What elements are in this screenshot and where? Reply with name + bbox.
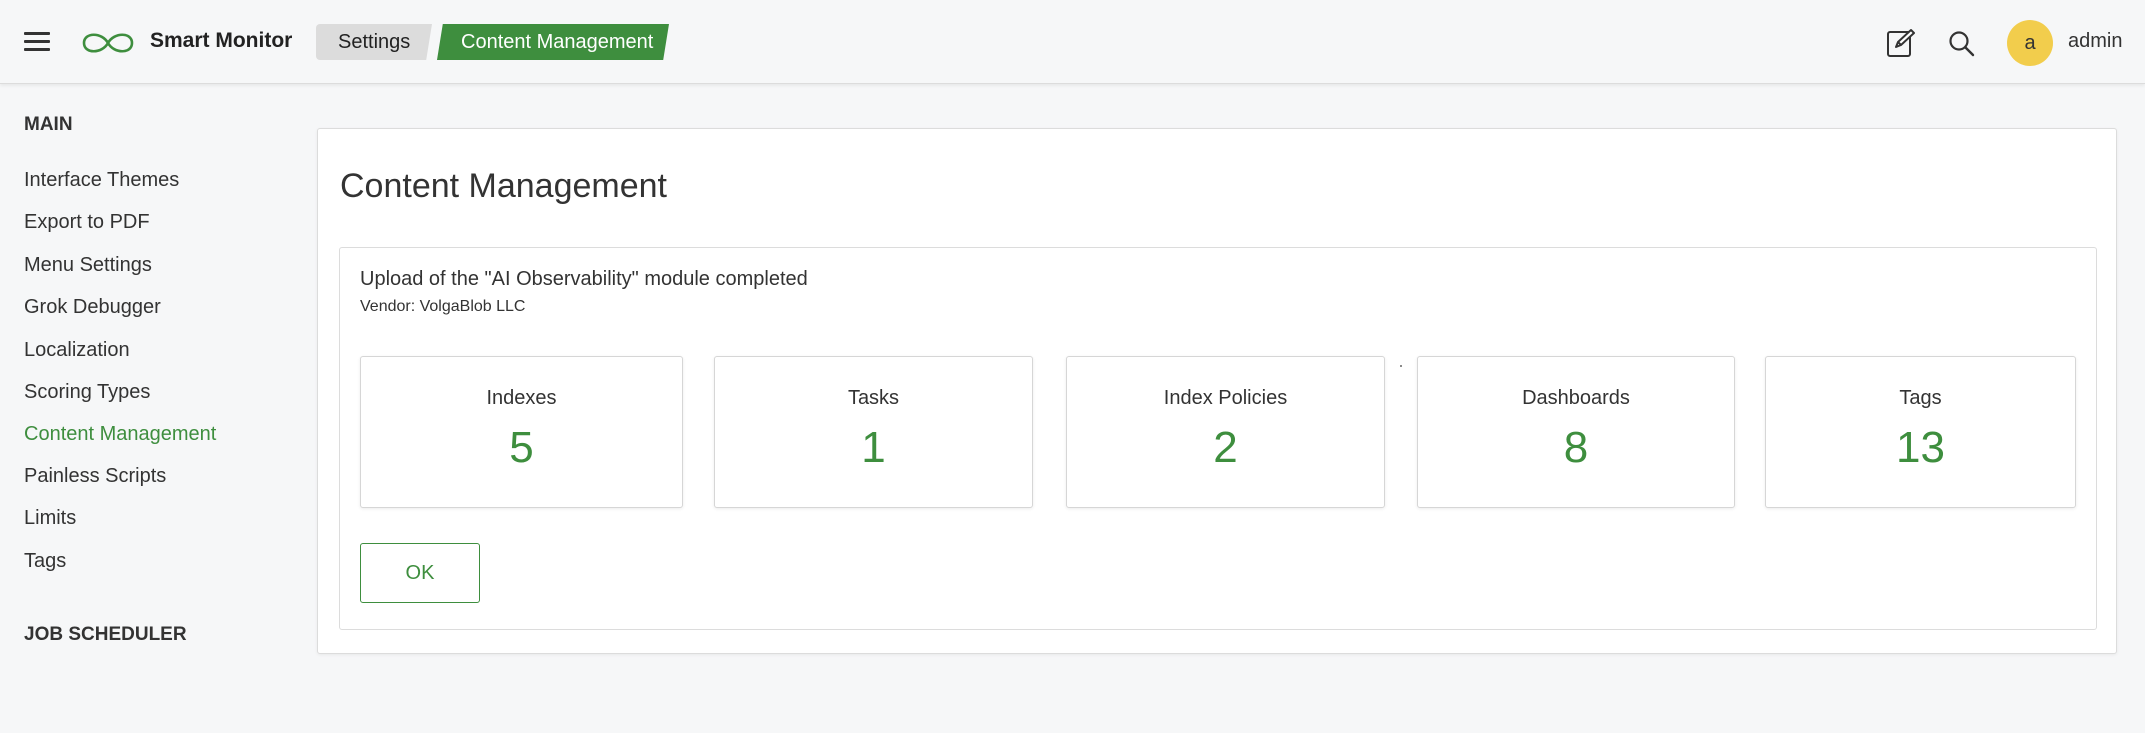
sidebar-heading-main: MAIN [24, 114, 73, 135]
stat-card-indexes: Indexes 5 [360, 356, 683, 508]
stat-label: Index Policies [1163, 387, 1288, 409]
stat-value: 1 [861, 423, 886, 472]
sidebar-item-grok-debugger[interactable]: Grok Debugger [24, 296, 161, 319]
top-header: Smart Monitor Settings Content Managemen… [0, 0, 2145, 84]
user-avatar[interactable]: a [2007, 20, 2053, 66]
breadcrumb-content-management[interactable]: Content Management [437, 24, 669, 60]
stat-label: Indexes [486, 387, 557, 409]
content-panel: Content Management Upload of the "AI Obs… [317, 128, 2117, 654]
sidebar: MAIN Interface Themes Export to PDF Menu… [0, 84, 300, 733]
stat-value: 5 [509, 423, 534, 472]
sidebar-item-export-to-pdf[interactable]: Export to PDF [24, 211, 150, 234]
infinity-logo-icon[interactable] [78, 28, 138, 58]
hamburger-menu-icon[interactable] [24, 32, 50, 52]
stat-card-index-policies: Index Policies 2 [1066, 356, 1385, 508]
stat-label: Dashboards [1522, 387, 1630, 409]
sidebar-item-content-management[interactable]: Content Management [24, 423, 216, 446]
stat-label: Tasks [847, 387, 900, 409]
vendor-label: Vendor: VolgaBlob LLC [360, 298, 526, 315]
ok-button[interactable]: OK [360, 543, 480, 603]
stat-card-tags: Tags 13 [1765, 356, 2076, 508]
stat-value: 8 [1563, 423, 1589, 472]
page-title: Content Management [340, 167, 667, 205]
stat-card-tasks: Tasks 1 [714, 356, 1033, 508]
search-icon[interactable] [1948, 30, 1976, 58]
brand-name[interactable]: Smart Monitor [150, 29, 292, 53]
sidebar-item-limits[interactable]: Limits [24, 507, 76, 530]
upload-message: Upload of the "AI Observability" module … [360, 268, 808, 290]
stat-value: 13 [1896, 423, 1945, 472]
sidebar-item-interface-themes[interactable]: Interface Themes [24, 169, 179, 192]
sidebar-item-scoring-types[interactable]: Scoring Types [24, 381, 150, 404]
stat-card-dashboards: Dashboards 8 [1417, 356, 1735, 508]
edit-icon[interactable] [1886, 28, 1916, 58]
sidebar-heading-job-scheduler[interactable]: JOB SCHEDULER [24, 624, 187, 646]
sidebar-item-localization[interactable]: Localization [24, 339, 130, 362]
upload-result-box: Upload of the "AI Observability" module … [339, 247, 2097, 630]
sidebar-item-tags[interactable]: Tags [24, 550, 66, 573]
stray-dot [1400, 365, 1402, 367]
username[interactable]: admin [2068, 30, 2122, 53]
sidebar-item-menu-settings[interactable]: Menu Settings [24, 254, 152, 277]
stat-value: 2 [1213, 423, 1238, 472]
breadcrumb-settings[interactable]: Settings [316, 24, 432, 60]
stat-label: Tags [1899, 387, 1942, 409]
sidebar-item-painless-scripts[interactable]: Painless Scripts [24, 465, 166, 488]
